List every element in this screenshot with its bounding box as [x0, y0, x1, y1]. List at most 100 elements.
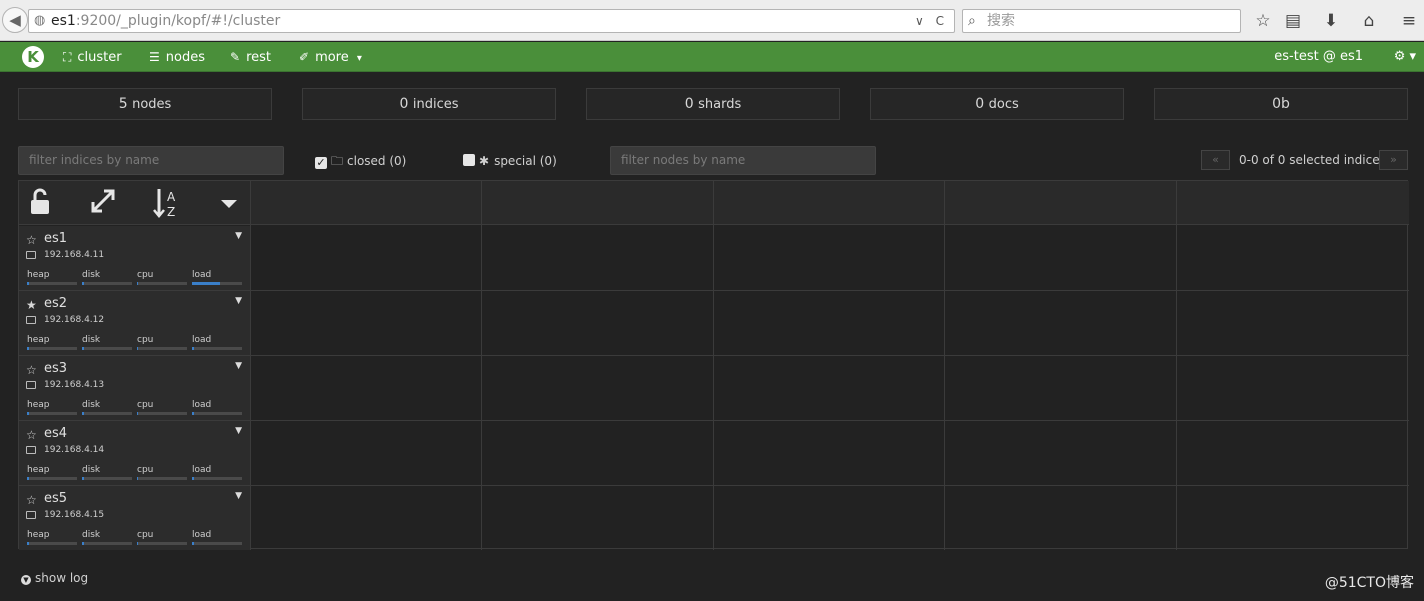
cluster-overview-grid: AZ ☆ es1 ▼ 192.168.4.11 heap disk cpu load ★ es2 ▼…	[18, 180, 1409, 550]
stat-shards: 0 shards	[586, 88, 840, 120]
filter-indices-input[interactable]: filter indices by name	[18, 146, 284, 175]
metric-load: load	[192, 270, 242, 285]
svg-text:A: A	[167, 190, 176, 204]
metric-disk: disk	[82, 400, 132, 415]
pager-next-button[interactable]: »	[1379, 150, 1408, 170]
metric-label: load	[192, 270, 212, 280]
hdd-icon	[26, 446, 36, 454]
star-outline-icon[interactable]: ☆	[26, 233, 37, 247]
metric-heap: heap	[27, 335, 77, 350]
watermark: @51CTO博客	[1324, 575, 1414, 591]
node-name: es2	[44, 296, 68, 311]
metric-bar	[82, 347, 132, 350]
chevron-down-icon: ▼	[21, 575, 31, 585]
wand-icon: ✐	[299, 50, 310, 64]
column-divider	[713, 181, 714, 550]
metric-bar	[27, 282, 77, 285]
nav-nodes[interactable]: ☰ nodes	[149, 42, 205, 72]
node-row[interactable]: ☆ es5 ▼ 192.168.4.15 heap disk cpu load	[19, 486, 250, 550]
expand-icon[interactable]	[87, 187, 119, 219]
nav-more[interactable]: ✐ more ▾	[299, 42, 362, 72]
metric-bar-fill	[27, 542, 29, 545]
node-menu-caret-icon[interactable]: ▼	[235, 426, 242, 436]
node-row[interactable]: ☆ es1 ▼ 192.168.4.11 heap disk cpu load	[19, 226, 250, 290]
stat-size: 0b	[1154, 88, 1408, 120]
node-ip: 192.168.4.15	[44, 510, 105, 520]
node-menu-caret-icon[interactable]: ▼	[235, 296, 242, 306]
column-divider	[1176, 181, 1177, 550]
metric-bar-fill	[27, 282, 29, 285]
nav-rest-label: rest	[246, 50, 271, 65]
cluster-user-label: es-test @ es1	[1274, 49, 1363, 64]
star-outline-icon[interactable]: ☆	[26, 493, 37, 507]
filter-nodes-input[interactable]: filter nodes by name	[610, 146, 876, 175]
node-menu-caret-icon[interactable]: ▼	[235, 361, 242, 371]
address-bar[interactable]: ◍ es1:9200/_plugin/kopf/#!/cluster ∨ C	[28, 9, 955, 33]
app-navbar: K ⛶ cluster ☰ nodes ✎ rest ✐ more ▾ es-test …	[0, 42, 1424, 72]
metric-cpu: cpu	[137, 400, 187, 415]
metric-cpu: cpu	[137, 270, 187, 285]
unlock-icon[interactable]	[25, 187, 55, 219]
node-menu-caret-icon[interactable]: ▼	[235, 491, 242, 501]
gear-icon[interactable]: ⚙ ▾	[1394, 42, 1416, 72]
caret-down-icon[interactable]	[217, 187, 241, 219]
metric-disk: disk	[82, 270, 132, 285]
metric-bar	[82, 477, 132, 480]
metric-bar-fill	[192, 477, 194, 480]
reload-icon[interactable]: ∨ C	[915, 10, 948, 32]
star-outline-icon[interactable]: ☆	[26, 363, 37, 377]
stat-value: 0	[399, 96, 409, 112]
metric-cpu: cpu	[137, 335, 187, 350]
metric-bar-fill	[27, 412, 29, 415]
special-label: special (0)	[494, 154, 557, 168]
node-row[interactable]: ☆ es4 ▼ 192.168.4.14 heap disk cpu load	[19, 421, 250, 485]
reading-list-icon[interactable]: ▤	[1281, 10, 1305, 32]
special-checkbox[interactable]: ✱ special (0)	[463, 152, 557, 170]
node-ip: 192.168.4.14	[44, 445, 105, 455]
metric-bar-fill	[82, 347, 84, 350]
metric-bar	[27, 347, 77, 350]
node-row[interactable]: ★ es2 ▼ 192.168.4.12 heap disk cpu load	[19, 291, 250, 355]
node-ip: 192.168.4.11	[44, 250, 105, 260]
browser-toolbar: ◀ ◍ es1:9200/_plugin/kopf/#!/cluster ∨ C…	[0, 0, 1424, 41]
metric-bar-fill	[192, 542, 194, 545]
metric-disk: disk	[82, 530, 132, 545]
closed-checkbox[interactable]: ✓ 🗀 closed (0)	[315, 152, 406, 170]
metric-label: load	[192, 335, 212, 345]
back-arrow-icon[interactable]: ◀	[2, 7, 28, 33]
metric-bar	[137, 282, 187, 285]
menu-icon[interactable]: ≡	[1397, 10, 1421, 32]
nav-cluster[interactable]: ⛶ cluster	[63, 42, 122, 72]
metric-cpu: cpu	[137, 465, 187, 480]
sort-alpha-icon[interactable]: AZ	[151, 187, 183, 219]
bookmark-star-icon[interactable]: ☆	[1251, 10, 1275, 32]
metric-bar	[192, 542, 242, 545]
metric-bar	[192, 347, 242, 350]
node-row[interactable]: ☆ es3 ▼ 192.168.4.13 heap disk cpu load	[19, 356, 250, 420]
metric-load: load	[192, 530, 242, 545]
metric-label: cpu	[137, 530, 154, 540]
stat-nodes: 5 nodes	[18, 88, 272, 120]
metric-heap: heap	[27, 400, 77, 415]
home-icon[interactable]: ⌂	[1357, 10, 1381, 32]
star-filled-icon[interactable]: ★	[26, 298, 37, 312]
asterisk-icon: ✱	[479, 154, 490, 168]
metric-label: disk	[82, 335, 101, 345]
pager-prev-button[interactable]: «	[1201, 150, 1230, 170]
nav-rest[interactable]: ✎ rest	[230, 42, 271, 72]
show-log-label: show log	[35, 571, 89, 585]
metric-bar	[137, 477, 187, 480]
star-outline-icon[interactable]: ☆	[26, 428, 37, 442]
browser-search-input[interactable]: ⌕ 搜索	[962, 9, 1241, 33]
stat-indices: 0 indices	[302, 88, 556, 120]
metric-label: cpu	[137, 400, 154, 410]
kopf-logo[interactable]: K	[22, 46, 44, 68]
metric-heap: heap	[27, 465, 77, 480]
node-menu-caret-icon[interactable]: ▼	[235, 231, 242, 241]
show-log-toggle[interactable]: ▼ show log	[21, 571, 88, 585]
node-name: es3	[44, 361, 68, 376]
download-icon[interactable]: ⬇	[1319, 10, 1343, 32]
url-host: es1	[51, 13, 76, 29]
stat-unit: indices	[412, 97, 459, 112]
metric-disk: disk	[82, 465, 132, 480]
